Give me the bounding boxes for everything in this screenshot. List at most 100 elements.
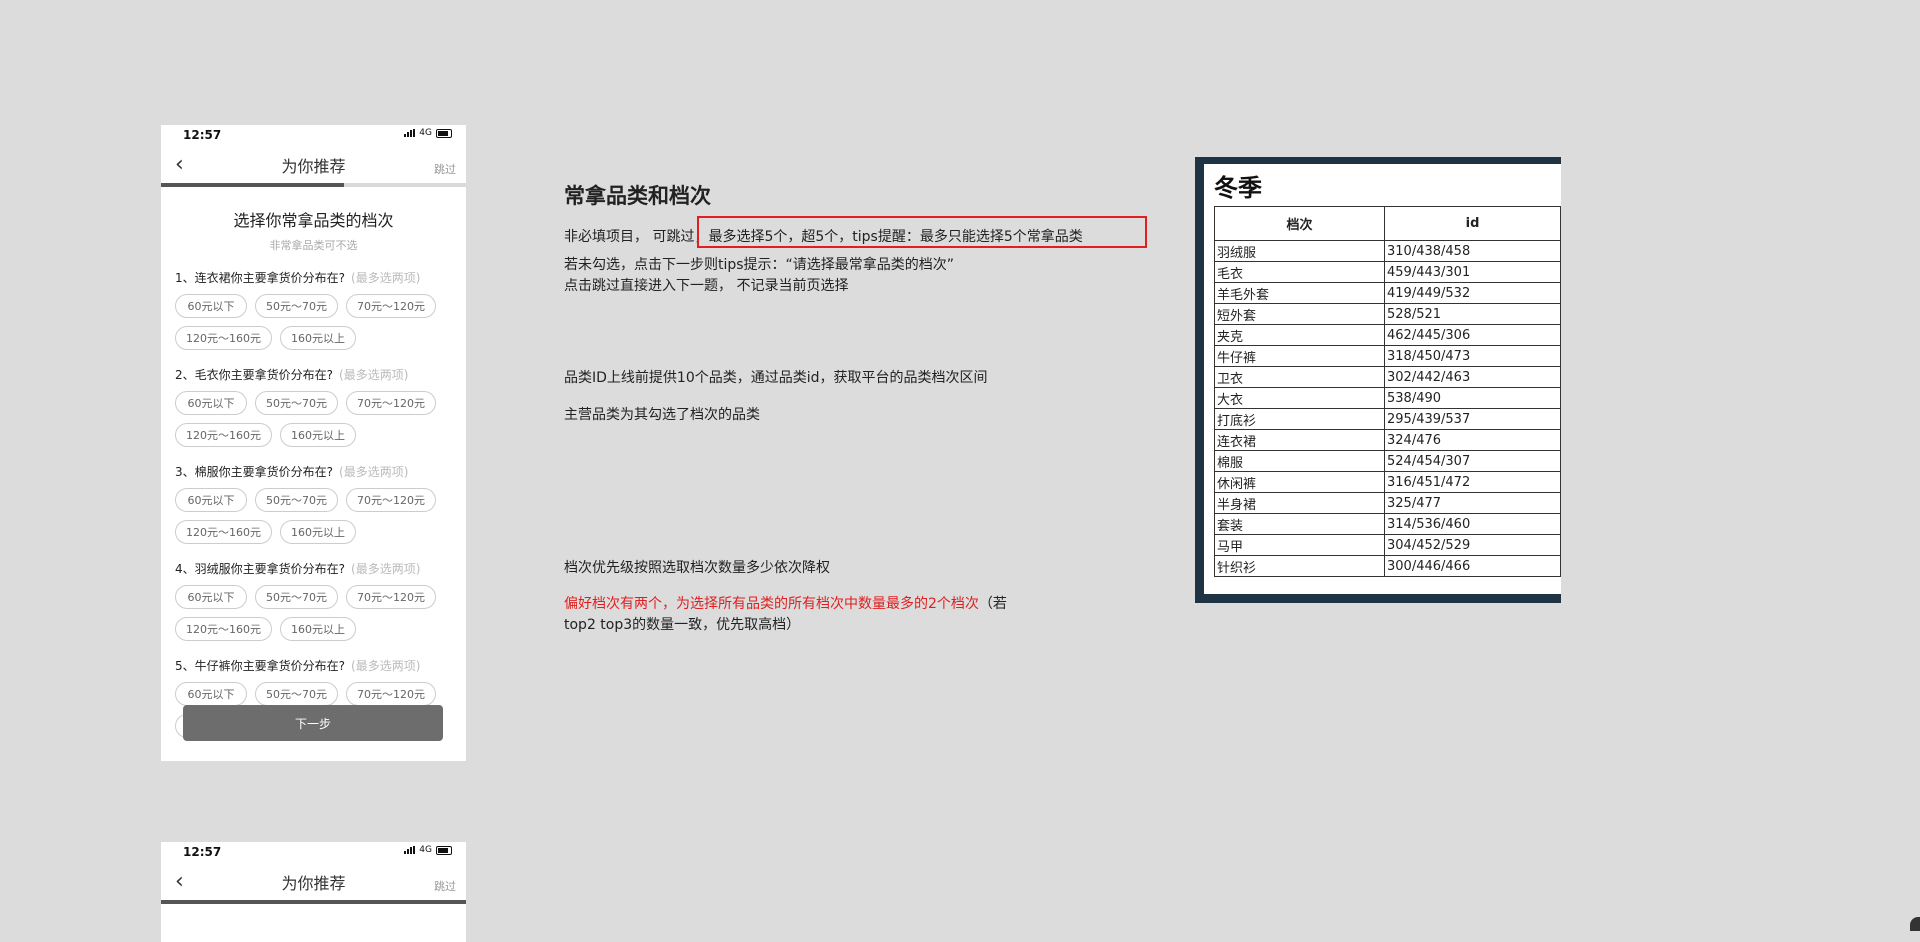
table-row: 羊毛外套 419/449/532 — [1213, 282, 1561, 304]
next-button[interactable]: 下一步 — [183, 705, 443, 741]
question-hint: (最多选两项) — [339, 368, 409, 382]
skip-button[interactable]: 跳过 — [434, 878, 456, 894]
note-line-7-highlight: 偏好档次有两个，为选择所有品类的所有档次中数量最多的2个档次 — [564, 596, 979, 612]
table-row: 套装 314/536/460 — [1213, 513, 1561, 535]
question-text: 1、连衣裙你主要拿货价分布在? — [175, 271, 346, 285]
category-cell: 连衣裙 — [1213, 429, 1386, 451]
phone-mockup-main: 12:57 4G ‹ 为你推荐 跳过 选择你常拿品类的档次 非常拿品类可不选 1… — [161, 125, 466, 761]
category-cell: 休闲裤 — [1213, 471, 1386, 493]
table-row: 马甲 304/452/529 — [1213, 534, 1561, 556]
signal-icon — [404, 846, 416, 854]
table-header-row: 档次 id — [1213, 206, 1561, 241]
question-text: 4、羽绒服你主要拿货价分布在? — [175, 562, 346, 576]
id-cell: 316/451/472 — [1384, 471, 1561, 493]
status-bar: 12:57 4G — [161, 125, 466, 149]
price-option-chip[interactable]: 60元以下 — [175, 294, 247, 318]
note-line-3: 点击跳过直接进入下一题， 不记录当前页选择 — [564, 278, 849, 294]
category-cell: 毛衣 — [1213, 261, 1386, 283]
price-option-chip[interactable]: 50元～70元 — [255, 391, 338, 415]
table-row: 针织衫 300/446/466 — [1213, 555, 1561, 577]
question-block: 3、棉服你主要拿货价分布在? (最多选两项) 60元以下 50元～70元 70元～120… — [161, 463, 466, 544]
category-cell: 卫衣 — [1213, 366, 1386, 388]
category-cell: 棉服 — [1213, 450, 1386, 472]
question-title: 1、连衣裙你主要拿货价分布在? (最多选两项) — [175, 269, 452, 286]
price-option-chip[interactable]: 50元～70元 — [255, 585, 338, 609]
signal-icon — [404, 129, 416, 137]
column-header-id: id — [1384, 206, 1561, 241]
id-cell: 318/450/473 — [1384, 345, 1561, 367]
column-header-grade: 档次 — [1213, 206, 1386, 241]
table-row: 大衣 538/490 — [1213, 387, 1561, 409]
price-option-chip[interactable]: 60元以下 — [175, 682, 247, 706]
status-bar: 12:57 4G — [161, 842, 466, 866]
note-line-7: 偏好档次有两个，为选择所有品类的所有档次中数量最多的2个档次（若 — [564, 593, 1007, 613]
price-option-chip[interactable]: 160元以上 — [280, 326, 356, 350]
price-option-chip[interactable]: 50元～70元 — [255, 682, 338, 706]
price-option-chip[interactable]: 60元以下 — [175, 585, 247, 609]
question-list: 1、连衣裙你主要拿货价分布在? (最多选两项) 60元以下 50元～70元 70元～12… — [161, 269, 466, 738]
id-cell: 419/449/532 — [1384, 282, 1561, 304]
price-option-chip[interactable]: 120元～160元 — [175, 520, 272, 544]
question-block: 1、连衣裙你主要拿货价分布在? (最多选两项) 60元以下 50元～70元 70元～12… — [161, 269, 466, 350]
progress-fill — [161, 183, 344, 187]
id-cell: 304/452/529 — [1384, 534, 1561, 556]
price-option-chip[interactable]: 120元～160元 — [175, 423, 272, 447]
question-title: 3、棉服你主要拿货价分布在? (最多选两项) — [175, 463, 452, 480]
table-row: 休闲裤 316/451/472 — [1213, 471, 1561, 493]
progress-bar — [161, 900, 466, 904]
category-cell: 牛仔裤 — [1213, 345, 1386, 367]
question-hint: (最多选两项) — [339, 465, 409, 479]
price-option-chip[interactable]: 120元～160元 — [175, 326, 272, 350]
table-row: 夹克 462/445/306 — [1213, 324, 1561, 346]
price-option-chip[interactable]: 70元～120元 — [346, 391, 436, 415]
note-line-2: 若未勾选，点击下一步则tips提示：“请选择最常拿品类的档次” — [564, 257, 955, 273]
question-title: 4、羽绒服你主要拿货价分布在? (最多选两项) — [175, 560, 452, 577]
phone-mockup-second: 12:57 4G ‹ 为你推荐 跳过 — [161, 842, 466, 942]
price-option-chip[interactable]: 160元以上 — [280, 423, 356, 447]
price-option-chip[interactable]: 70元～120元 — [346, 585, 436, 609]
id-cell: 302/442/463 — [1384, 366, 1561, 388]
question-hint: (最多选两项) — [351, 659, 421, 673]
skip-button[interactable]: 跳过 — [434, 161, 456, 177]
note-line-4: 品类ID上线前提供10个品类，通过品类id，获取平台的品类档次区间 — [564, 370, 988, 386]
category-cell: 短外套 — [1213, 303, 1386, 325]
id-cell: 462/445/306 — [1384, 324, 1561, 346]
notes-title: 常拿品类和档次 — [564, 184, 711, 208]
id-cell: 310/438/458 — [1384, 240, 1561, 262]
price-option-chip[interactable]: 160元以上 — [280, 617, 356, 641]
id-cell: 538/490 — [1384, 387, 1561, 409]
question-block: 2、毛衣你主要拿货价分布在? (最多选两项) 60元以下 50元～70元 70元～120… — [161, 366, 466, 447]
progress-fill — [161, 900, 466, 904]
price-option-chip[interactable]: 50元～70元 — [255, 294, 338, 318]
category-cell: 羊毛外套 — [1213, 282, 1386, 304]
table-row: 打底衫 295/439/537 — [1213, 408, 1561, 430]
table-row: 棉服 524/454/307 — [1213, 450, 1561, 472]
table-row: 毛衣 459/443/301 — [1213, 261, 1561, 283]
price-option-chip[interactable]: 50元～70元 — [255, 488, 338, 512]
question-title: 5、牛仔裤你主要拿货价分布在? (最多选两项) — [175, 657, 452, 674]
status-time: 12:57 — [183, 845, 222, 859]
price-option-chip[interactable]: 70元～120元 — [346, 488, 436, 512]
price-option-chip[interactable]: 60元以下 — [175, 391, 247, 415]
price-option-chip[interactable]: 70元～120元 — [346, 294, 436, 318]
option-group: 60元以下 50元～70元 70元～120元 120元～160元 160元以上 — [175, 585, 465, 641]
price-option-chip[interactable]: 70元～120元 — [346, 682, 436, 706]
id-cell: 325/477 — [1384, 492, 1561, 514]
table-row: 连衣裙 324/476 — [1213, 429, 1561, 451]
category-cell: 套装 — [1213, 513, 1386, 535]
option-group: 60元以下 50元～70元 70元～120元 120元～160元 160元以上 — [175, 294, 465, 350]
price-option-chip[interactable]: 160元以上 — [280, 520, 356, 544]
question-block: 4、羽绒服你主要拿货价分布在? (最多选两项) 60元以下 50元～70元 70元～12… — [161, 560, 466, 641]
progress-bar — [161, 183, 466, 187]
nav-bar: ‹ 为你推荐 跳过 — [161, 866, 466, 900]
note-line-7-rest: （若 — [978, 596, 1007, 612]
category-cell: 针织衫 — [1213, 555, 1386, 577]
id-cell: 528/521 — [1384, 303, 1561, 325]
id-cell: 295/439/537 — [1384, 408, 1561, 430]
price-option-chip[interactable]: 120元～160元 — [175, 617, 272, 641]
table-row: 短外套 528/521 — [1213, 303, 1561, 325]
table-row: 卫衣 302/442/463 — [1213, 366, 1561, 388]
status-time: 12:57 — [183, 128, 222, 142]
corner-handle — [1910, 917, 1920, 931]
price-option-chip[interactable]: 60元以下 — [175, 488, 247, 512]
